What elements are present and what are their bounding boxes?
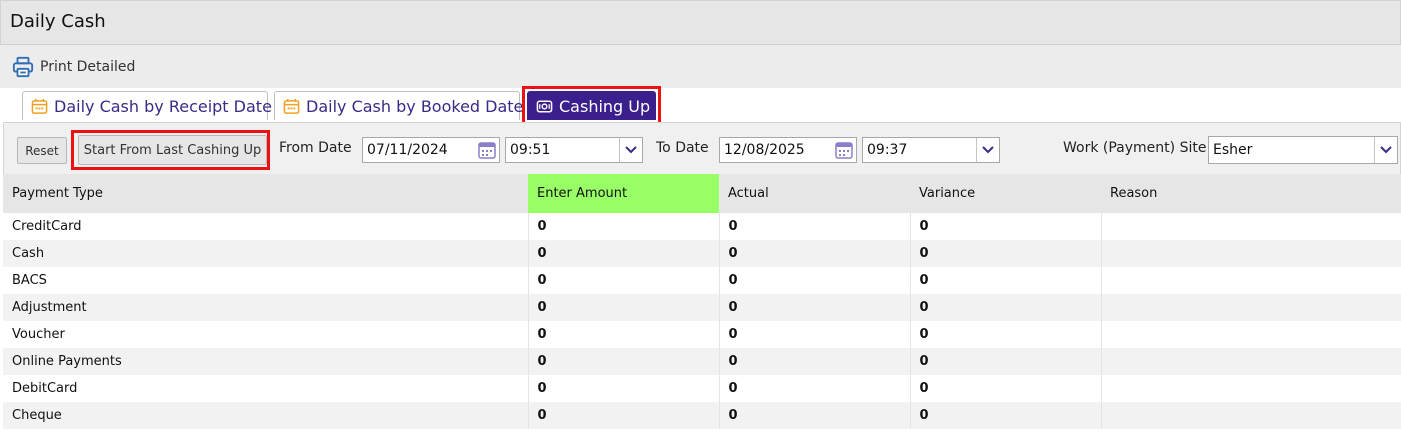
payment-type-cell: Online Payments (3, 348, 529, 375)
from-date-label: From Date (279, 140, 352, 156)
table-row: Adjustment 0 0 0 (3, 294, 1401, 321)
printer-icon (12, 56, 34, 78)
variance-cell: 0 (910, 267, 1102, 294)
enter-amount-cell[interactable]: 0 (528, 375, 720, 402)
to-time-select[interactable]: 09:37 (862, 137, 1000, 163)
from-time-select[interactable]: 09:51 (505, 137, 643, 163)
chevron-down-icon[interactable] (619, 138, 642, 162)
payment-type-cell: DebitCard (3, 375, 529, 402)
table-row: Online Payments 0 0 0 (3, 348, 1401, 375)
variance-cell: 0 (910, 348, 1102, 375)
payment-type-cell: Voucher (3, 321, 529, 348)
column-header-payment-type[interactable]: Payment Type (3, 174, 528, 213)
to-date-label: To Date (656, 140, 709, 156)
variance-cell: 0 (910, 402, 1102, 429)
window-title-bar: Daily Cash (0, 0, 1401, 45)
chevron-down-icon[interactable] (1374, 137, 1397, 163)
reason-cell[interactable] (1101, 240, 1401, 267)
reason-cell[interactable] (1101, 267, 1401, 294)
from-time-value: 09:51 (510, 142, 551, 158)
enter-amount-cell[interactable]: 0 (528, 294, 720, 321)
payment-type-cell: BACS (3, 267, 529, 294)
table-row: Cash 0 0 0 (3, 240, 1401, 267)
tab-daily-cash-by-receipt-date[interactable]: Daily Cash by Receipt Date (22, 91, 272, 120)
enter-amount-cell[interactable]: 0 (528, 402, 720, 429)
work-payment-site-value: Esher (1213, 142, 1253, 158)
actual-cell: 0 (719, 348, 911, 375)
table-row: CreditCard 0 0 0 (3, 213, 1401, 240)
tab-label: Daily Cash by Receipt Date (54, 96, 272, 116)
variance-cell: 0 (910, 375, 1102, 402)
start-from-last-cashing-up-button[interactable]: Start From Last Cashing Up (78, 135, 267, 165)
variance-cell: 0 (910, 294, 1102, 321)
payment-type-cell: Adjustment (3, 294, 529, 321)
table-row: Voucher 0 0 0 (3, 321, 1401, 348)
column-header-actual[interactable]: Actual (719, 174, 910, 213)
variance-cell: 0 (910, 321, 1102, 348)
cash-icon (536, 100, 553, 112)
tab-daily-cash-by-booked-date[interactable]: Daily Cash by Booked Date (274, 91, 524, 120)
variance-cell: 0 (910, 240, 1102, 267)
calendar-icon (283, 98, 300, 114)
chevron-down-icon[interactable] (976, 138, 999, 162)
toolbar: Print Detailed (0, 45, 1401, 88)
print-detailed-button[interactable]: Print Detailed (12, 55, 135, 79)
calendar-icon (31, 98, 48, 114)
filter-panel: Reset Start From Last Cashing Up From Da… (3, 122, 1401, 174)
payment-type-cell: CreditCard (3, 213, 529, 240)
actual-cell: 0 (719, 375, 911, 402)
enter-amount-cell[interactable]: 0 (528, 321, 720, 348)
column-header-variance[interactable]: Variance (910, 174, 1101, 213)
tab-label: Cashing Up (559, 96, 651, 116)
table-row: Cheque 0 0 0 (3, 402, 1401, 429)
reason-cell[interactable] (1101, 294, 1401, 321)
reason-cell[interactable] (1101, 375, 1401, 402)
calendar-icon[interactable] (834, 140, 854, 160)
enter-amount-cell[interactable]: 0 (528, 267, 720, 294)
payment-type-cell: Cheque (3, 402, 529, 429)
variance-cell: 0 (910, 213, 1102, 240)
work-payment-site-select[interactable]: Esher (1208, 136, 1398, 164)
enter-amount-cell[interactable]: 0 (528, 240, 720, 267)
actual-cell: 0 (719, 240, 911, 267)
tab-cashing-up[interactable]: Cashing Up (527, 91, 656, 120)
column-header-reason[interactable]: Reason (1101, 174, 1401, 213)
enter-amount-cell[interactable]: 0 (528, 348, 720, 375)
to-time-value: 09:37 (867, 142, 908, 158)
reason-cell[interactable] (1101, 321, 1401, 348)
to-date-value: 12/08/2025 (724, 142, 805, 158)
reason-cell[interactable] (1101, 348, 1401, 375)
actual-cell: 0 (719, 321, 911, 348)
work-payment-site-label: Work (Payment) Site: (1063, 140, 1212, 156)
page-title: Daily Cash (10, 11, 106, 32)
payment-type-cell: Cash (3, 240, 529, 267)
table-header-row: Payment Type Enter Amount Actual Varianc… (3, 174, 1401, 213)
tab-label: Daily Cash by Booked Date (306, 96, 524, 116)
reason-cell[interactable] (1101, 402, 1401, 429)
actual-cell: 0 (719, 402, 911, 429)
enter-amount-cell[interactable]: 0 (528, 213, 720, 240)
print-detailed-label: Print Detailed (40, 59, 136, 75)
actual-cell: 0 (719, 267, 911, 294)
tab-strip: Daily Cash by Receipt Date Daily Cash by… (0, 88, 1401, 122)
table-row: DebitCard 0 0 0 (3, 375, 1401, 402)
actual-cell: 0 (719, 294, 911, 321)
cashing-up-table: Payment Type Enter Amount Actual Varianc… (3, 174, 1401, 429)
actual-cell: 0 (719, 213, 911, 240)
table-row: BACS 0 0 0 (3, 267, 1401, 294)
reason-cell[interactable] (1101, 213, 1401, 240)
column-header-enter-amount[interactable]: Enter Amount (528, 174, 719, 213)
calendar-icon[interactable] (477, 140, 497, 160)
reset-button[interactable]: Reset (17, 137, 67, 164)
from-date-value: 07/11/2024 (367, 142, 448, 158)
